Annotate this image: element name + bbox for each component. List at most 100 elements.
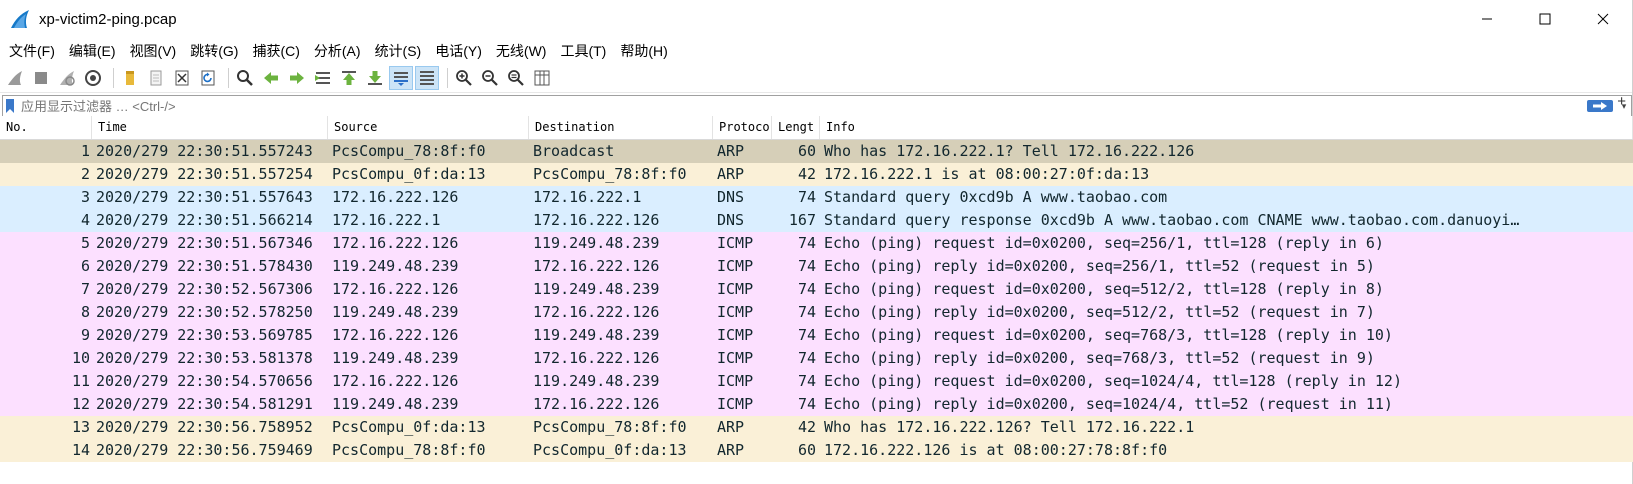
save-file-button[interactable] bbox=[145, 67, 167, 89]
menu-capture[interactable]: 捕获(C) bbox=[245, 41, 306, 61]
cell-info: 172.16.222.126 is at 08:00:27:78:8f:f0 bbox=[824, 441, 1168, 459]
column-header-time[interactable]: Time bbox=[92, 116, 328, 139]
go-forward-button[interactable] bbox=[286, 67, 308, 89]
packet-row[interactable]: 10 2020/279 22:30:53.581378 119.249.48.239… bbox=[0, 347, 1633, 370]
cell-destination: PcsCompu_78:8f:f0 bbox=[533, 418, 687, 436]
cell-time: 2020/279 22:30:51.557243 bbox=[96, 142, 313, 160]
zoom-normal-button[interactable] bbox=[505, 67, 527, 89]
toolbar-separator bbox=[228, 68, 229, 88]
menu-analyze[interactable]: 分析(A) bbox=[307, 41, 368, 61]
cell-protocol: ICMP bbox=[717, 280, 754, 298]
packet-row[interactable]: 1 2020/279 22:30:51.557243 PcsCompu_78:8f:… bbox=[0, 140, 1633, 163]
restart-capture-button[interactable] bbox=[56, 67, 78, 89]
cell-destination: 172.16.222.126 bbox=[533, 395, 660, 413]
column-header-info[interactable]: Info bbox=[820, 116, 1633, 139]
packet-row[interactable]: 13 2020/279 22:30:56.758952 PcsCompu_0f:da… bbox=[0, 416, 1633, 439]
cell-protocol: ICMP bbox=[717, 303, 754, 321]
go-back-button[interactable] bbox=[260, 67, 282, 89]
cell-protocol: ARP bbox=[717, 441, 745, 459]
minimize-button[interactable] bbox=[1458, 0, 1516, 38]
column-header-no[interactable]: No. bbox=[0, 116, 92, 139]
column-header-source[interactable]: Source bbox=[328, 116, 529, 139]
packet-row[interactable]: 12 2020/279 22:30:54.581291 119.249.48.239… bbox=[0, 393, 1633, 416]
reload-file-button[interactable] bbox=[197, 67, 219, 89]
menu-tools[interactable]: 工具(T) bbox=[553, 41, 613, 61]
cell-source: 119.249.48.239 bbox=[332, 395, 459, 413]
cell-length: 74 bbox=[797, 372, 816, 390]
cell-destination: PcsCompu_0f:da:13 bbox=[533, 441, 687, 459]
packet-row[interactable]: 2 2020/279 22:30:51.557254 PcsCompu_0f:da:… bbox=[0, 163, 1633, 186]
stop-capture-button[interactable] bbox=[30, 67, 52, 89]
find-packet-button[interactable] bbox=[234, 67, 256, 89]
cell-no: 1 bbox=[80, 142, 90, 160]
cell-length: 74 bbox=[797, 188, 816, 206]
cell-destination: 119.249.48.239 bbox=[533, 326, 660, 344]
toolbar-separator bbox=[113, 68, 114, 88]
cell-time: 2020/279 22:30:51.557254 bbox=[96, 165, 313, 183]
display-filter-input[interactable] bbox=[21, 97, 1587, 115]
arrow-left-icon bbox=[264, 72, 278, 84]
cell-info: Echo (ping) request id=0x0200, seq=768/3… bbox=[824, 326, 1393, 344]
go-to-packet-button[interactable] bbox=[312, 67, 334, 89]
wireshark-fin-icon bbox=[11, 10, 29, 28]
cell-length: 74 bbox=[797, 234, 816, 252]
maximize-button[interactable] bbox=[1516, 0, 1574, 38]
cell-info: Echo (ping) request id=0x0200, seq=256/1… bbox=[824, 234, 1384, 252]
packet-list: No. Time Source Destination Protoco Leng… bbox=[0, 116, 1633, 462]
packet-row[interactable]: 5 2020/279 22:30:51.567346 172.16.222.126 1… bbox=[0, 232, 1633, 255]
close-button[interactable] bbox=[1574, 0, 1632, 38]
cell-no: 11 bbox=[71, 372, 90, 390]
menu-telephony[interactable]: 电话(Y) bbox=[428, 41, 489, 61]
zoom-in-button[interactable] bbox=[453, 67, 475, 89]
cell-source: 172.16.222.126 bbox=[332, 234, 459, 252]
packet-row[interactable]: 4 2020/279 22:30:51.566214 172.16.222.1 172… bbox=[0, 209, 1633, 232]
packet-row[interactable]: 8 2020/279 22:30:52.578250 119.249.48.239 1… bbox=[0, 301, 1633, 324]
open-file-button[interactable] bbox=[119, 67, 141, 89]
menu-file[interactable]: 文件(F) bbox=[2, 41, 62, 61]
go-first-packet-button[interactable] bbox=[338, 67, 360, 89]
cell-info: Standard query response 0xcd9b A www.tao… bbox=[824, 211, 1520, 229]
add-filter-button[interactable]: + bbox=[1617, 93, 1626, 110]
menu-view[interactable]: 视图(V) bbox=[123, 41, 184, 61]
cell-destination: 172.16.222.126 bbox=[533, 211, 660, 229]
menu-help[interactable]: 帮助(H) bbox=[613, 41, 674, 61]
packet-row[interactable]: 3 2020/279 22:30:51.557643 172.16.222.126 1… bbox=[0, 186, 1633, 209]
goto-packet-icon bbox=[315, 72, 330, 84]
apply-filter-button[interactable] bbox=[1587, 100, 1613, 112]
cell-destination: 119.249.48.239 bbox=[533, 280, 660, 298]
packet-row[interactable]: 14 2020/279 22:30:56.759469 PcsCompu_78:8f… bbox=[0, 439, 1633, 462]
column-header-destination[interactable]: Destination bbox=[529, 116, 713, 139]
menu-edit[interactable]: 编辑(E) bbox=[62, 41, 123, 61]
packet-row[interactable]: 9 2020/279 22:30:53.569785 172.16.222.126 1… bbox=[0, 324, 1633, 347]
cell-protocol: ARP bbox=[717, 165, 745, 183]
maximize-icon bbox=[1539, 13, 1551, 25]
cell-info: Echo (ping) reply id=0x0200, seq=768/3, … bbox=[824, 349, 1375, 367]
zoom-out-button[interactable] bbox=[479, 67, 501, 89]
cell-destination: 119.249.48.239 bbox=[533, 234, 660, 252]
cell-no: 9 bbox=[80, 326, 90, 344]
go-last-packet-button[interactable] bbox=[364, 67, 386, 89]
column-header-protocol[interactable]: Protoco bbox=[713, 116, 772, 139]
wireshark-window: xp-victim2-ping.pcap 文件(F) 编辑(E) 视图(V) 跳… bbox=[0, 0, 1633, 484]
cell-source: PcsCompu_0f:da:13 bbox=[332, 418, 486, 436]
start-capture-button[interactable] bbox=[4, 67, 26, 89]
capture-options-button[interactable] bbox=[82, 67, 104, 89]
cell-no: 12 bbox=[71, 395, 90, 413]
restart-fin-icon bbox=[60, 71, 75, 86]
menu-go[interactable]: 跳转(G) bbox=[183, 41, 245, 61]
cell-source: 172.16.222.1 bbox=[332, 211, 441, 229]
column-header-length[interactable]: Lengt bbox=[772, 116, 820, 139]
packet-row[interactable]: 7 2020/279 22:30:52.567306 172.16.222.126 1… bbox=[0, 278, 1633, 301]
close-file-button[interactable] bbox=[171, 67, 193, 89]
resize-columns-button[interactable] bbox=[531, 67, 553, 89]
packet-row[interactable]: 11 2020/279 22:30:54.570656 172.16.222.126… bbox=[0, 370, 1633, 393]
colorize-button[interactable] bbox=[415, 66, 439, 90]
auto-scroll-button[interactable] bbox=[389, 66, 413, 90]
menu-wireless[interactable]: 无线(W) bbox=[489, 41, 554, 61]
bookmark-icon[interactable] bbox=[5, 98, 15, 114]
packet-row[interactable]: 6 2020/279 22:30:51.578430 119.249.48.239 1… bbox=[0, 255, 1633, 278]
arrow-up-icon bbox=[342, 71, 356, 85]
menu-statistics[interactable]: 统计(S) bbox=[368, 41, 429, 61]
cell-length: 42 bbox=[797, 418, 816, 436]
cell-destination: 172.16.222.1 bbox=[533, 188, 642, 206]
